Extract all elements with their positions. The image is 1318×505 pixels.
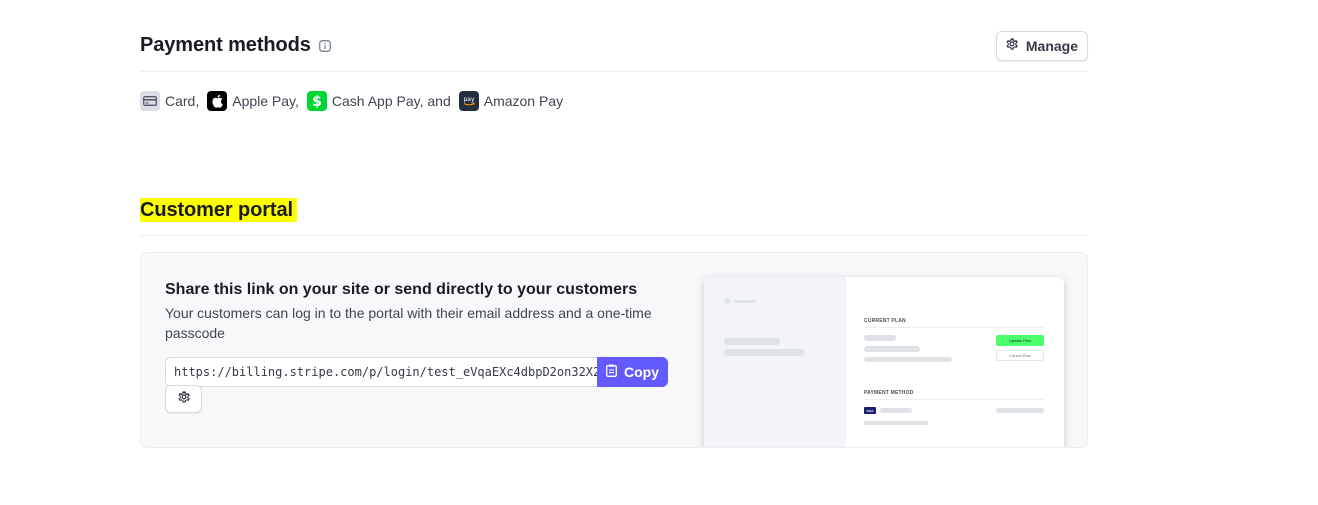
preview-visa-icon: VISA xyxy=(864,407,876,414)
method-label: Card, xyxy=(165,93,200,109)
portal-link-row: https://billing.stripe.com/p/login/test_… xyxy=(165,357,668,387)
customer-portal-card: Share this link on your site or send dir… xyxy=(140,252,1088,448)
method-label: Amazon Pay xyxy=(483,93,564,109)
customer-portal-header: Customer portal xyxy=(140,196,1088,236)
portal-settings-button[interactable] xyxy=(165,385,202,413)
preview-plan-bar xyxy=(864,346,920,352)
portal-link-input[interactable]: https://billing.stripe.com/p/login/test_… xyxy=(165,357,597,387)
preview-divider xyxy=(864,327,1044,328)
portal-preview-image: CURRENT PLAN Update Plan Cancel Plan PAY… xyxy=(704,277,1064,447)
method-card: Card, xyxy=(140,91,199,111)
manage-label: Manage xyxy=(1025,37,1078,54)
customer-portal-title-wrap: Customer portal xyxy=(140,198,297,222)
method-apple-pay: Apple Pay, xyxy=(207,91,299,111)
svg-text:$: $ xyxy=(312,94,322,109)
copy-label: Copy xyxy=(624,364,659,380)
preview-current-plan-label: CURRENT PLAN xyxy=(864,318,906,324)
method-cash-app-pay: $ Cash App Pay, and xyxy=(306,91,451,111)
preview-divider xyxy=(864,399,1044,400)
method-amazon-pay: pay Amazon Pay xyxy=(458,91,564,111)
gear-icon xyxy=(177,390,191,409)
preview-logo xyxy=(724,298,730,304)
svg-text:pay: pay xyxy=(463,96,474,103)
amazon-pay-icon: pay xyxy=(458,91,479,111)
preview-sidebar-bar xyxy=(724,338,780,345)
preview-plan-bar xyxy=(864,335,896,341)
share-link-title: Share this link on your site or send dir… xyxy=(165,281,638,298)
preview-update-plan-button: Update Plan xyxy=(996,335,1044,346)
customer-portal-title: Customer portal xyxy=(140,198,297,222)
preview-business-name xyxy=(734,300,756,303)
payment-methods-title: Payment methods xyxy=(140,34,311,56)
card-icon xyxy=(140,91,160,111)
method-label: Cash App Pay, and xyxy=(331,93,451,109)
preview-card-bar xyxy=(864,421,928,425)
gear-icon xyxy=(1005,37,1019,54)
preview-sidebar-bar xyxy=(724,349,804,356)
cash-app-pay-icon: $ xyxy=(306,91,327,111)
preview-cancel-plan-button: Cancel Plan xyxy=(996,350,1044,361)
payment-methods-header: Payment methods Manage xyxy=(140,28,1088,72)
payment-methods-list: Card, Apple Pay, $ Cash App Pay, and pay… xyxy=(140,91,563,111)
copy-button[interactable]: Copy xyxy=(597,357,668,387)
info-icon[interactable] xyxy=(318,39,331,52)
preview-card-bar xyxy=(996,408,1044,413)
clipboard-icon xyxy=(606,364,617,380)
method-label: Apple Pay, xyxy=(232,93,299,109)
apple-pay-icon xyxy=(207,91,228,111)
payment-methods-title-wrap: Payment methods xyxy=(140,34,331,57)
share-link-description: Your customers can log in to the portal … xyxy=(165,305,652,341)
manage-button[interactable]: Manage xyxy=(995,30,1088,61)
preview-card-bar xyxy=(880,408,912,413)
preview-sidebar xyxy=(704,277,846,447)
preview-plan-bar xyxy=(864,357,952,362)
preview-payment-method-label: PAYMENT METHOD xyxy=(864,390,914,396)
